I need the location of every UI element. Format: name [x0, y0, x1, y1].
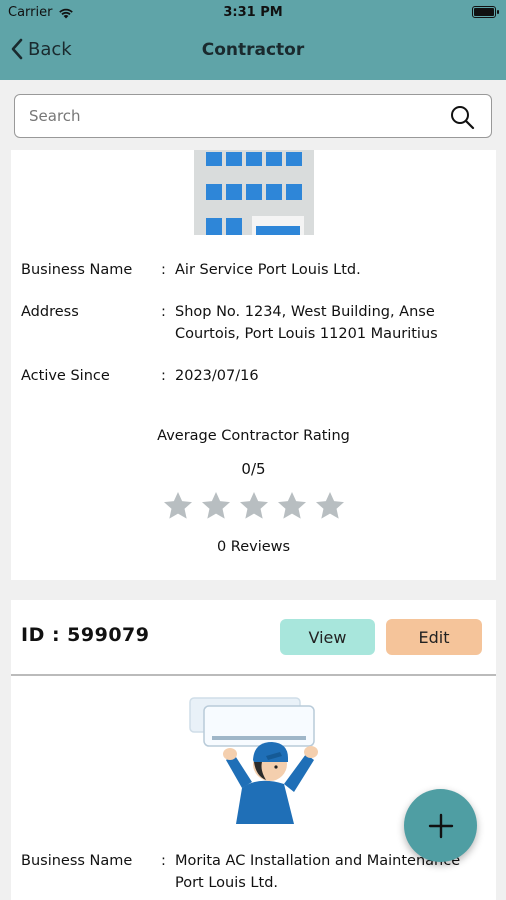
active-since-row: Active Since : 2023/07/16 [21, 365, 493, 387]
star-icon [277, 492, 306, 519]
star-icon [163, 492, 192, 519]
address-row: Address : Shop No. 1234, West Building, … [21, 301, 493, 345]
active-since-label: Active Since [21, 368, 110, 384]
view-button[interactable]: View [280, 619, 375, 655]
rating-title: Average Contractor Rating [157, 428, 350, 444]
star-icon [239, 492, 268, 519]
add-contractor-button[interactable] [404, 789, 477, 862]
star-icon [201, 492, 230, 519]
battery-icon [472, 6, 499, 18]
search-bar [0, 80, 506, 150]
status-bar: Carrier 3:31 PM [0, 0, 506, 28]
address-label: Address [21, 304, 79, 320]
business-name-row: Business Name : Air Service Port Louis L… [21, 259, 493, 281]
rating-score: 0/5 [241, 460, 266, 478]
contractor-card: Business Name : Air Service Port Louis L… [11, 150, 496, 580]
ac-technician-illustration [189, 697, 318, 824]
reviews-count: 0 Reviews [216, 539, 291, 555]
card-divider [11, 674, 496, 676]
status-time: 3:31 PM [223, 5, 283, 20]
plus-icon [428, 813, 453, 838]
contractor-id: ID : 599079 [21, 624, 150, 646]
edit-button[interactable]: Edit [386, 619, 482, 655]
star-icon [315, 492, 344, 519]
business-name-label: Business Name [21, 853, 133, 869]
address-value: Shop No. 1234, West Building, Anse Court… [175, 304, 438, 342]
search-input[interactable] [29, 95, 429, 137]
page-title: Contractor [201, 40, 305, 60]
search-icon[interactable] [449, 104, 475, 130]
rating-stars [11, 490, 496, 522]
search-box [14, 94, 492, 138]
building-illustration [194, 150, 314, 235]
business-name-label: Business Name [21, 262, 133, 278]
nav-header: Carrier 3:31 PM Back Contractor [0, 0, 506, 80]
business-name-value: Air Service Port Louis Ltd. [175, 262, 361, 278]
active-since-value: 2023/07/16 [175, 368, 259, 384]
